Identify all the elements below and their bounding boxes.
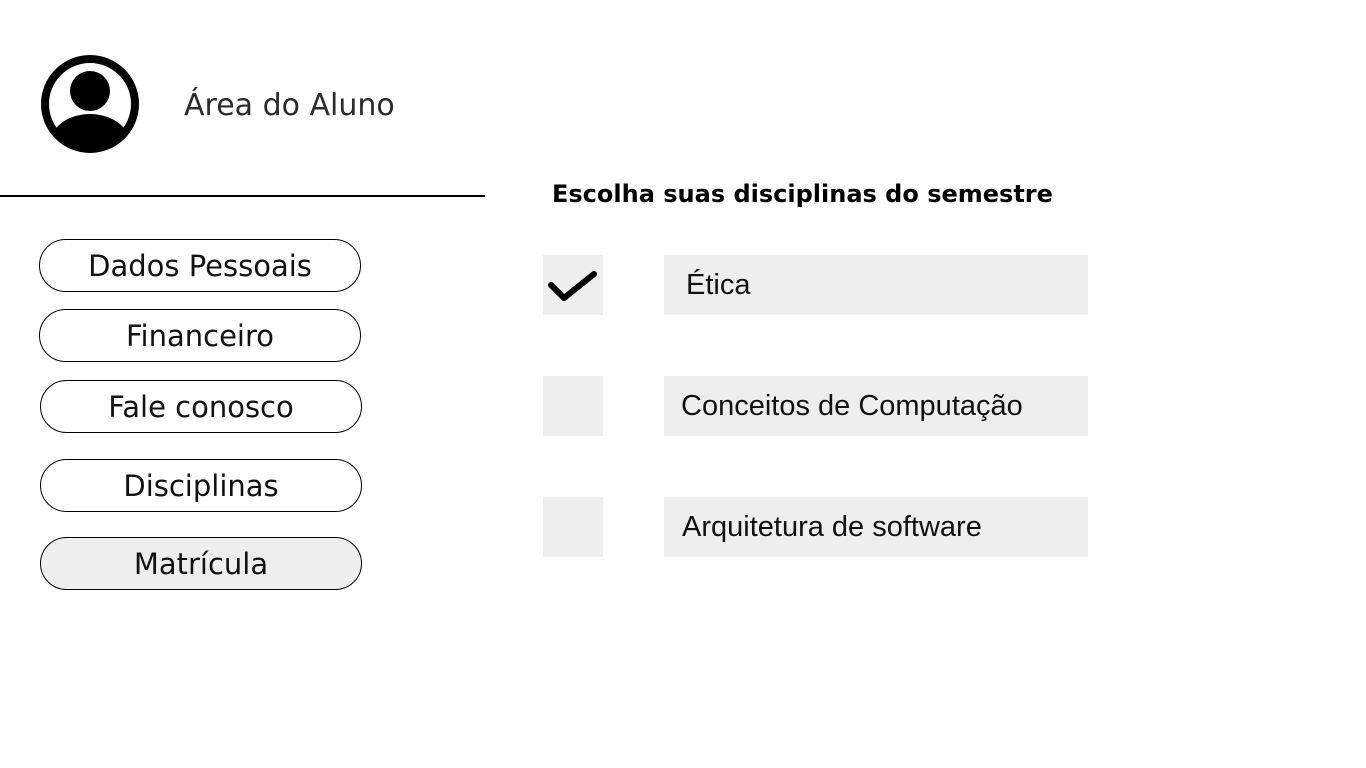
nav-button-fale-conosco[interactable]: Fale conosco — [40, 380, 362, 433]
nav-button-matricula[interactable]: Matrícula — [40, 537, 362, 590]
nav-button-disciplinas[interactable]: Disciplinas — [40, 459, 362, 512]
course-checkbox-arquitetura-de-software[interactable] — [543, 497, 603, 557]
course-label-arquitetura-de-software: Arquitetura de software — [664, 497, 1088, 557]
course-label-conceitos-de-computacao: Conceitos de Computação — [664, 376, 1088, 436]
header-divider — [0, 195, 485, 197]
course-checkbox-etica[interactable] — [543, 255, 603, 315]
check-icon — [548, 271, 597, 301]
section-title: Escolha suas disciplinas do semestre — [552, 180, 1053, 208]
avatar — [40, 54, 140, 154]
page-title: Área do Aluno — [184, 88, 395, 123]
nav-button-financeiro[interactable]: Financeiro — [39, 309, 361, 362]
course-checkbox-conceitos-de-computacao[interactable] — [543, 376, 603, 436]
nav-button-dados-pessoais[interactable]: Dados Pessoais — [39, 239, 361, 292]
course-label-etica: Ética — [664, 255, 1088, 315]
user-circle-icon — [41, 55, 139, 153]
